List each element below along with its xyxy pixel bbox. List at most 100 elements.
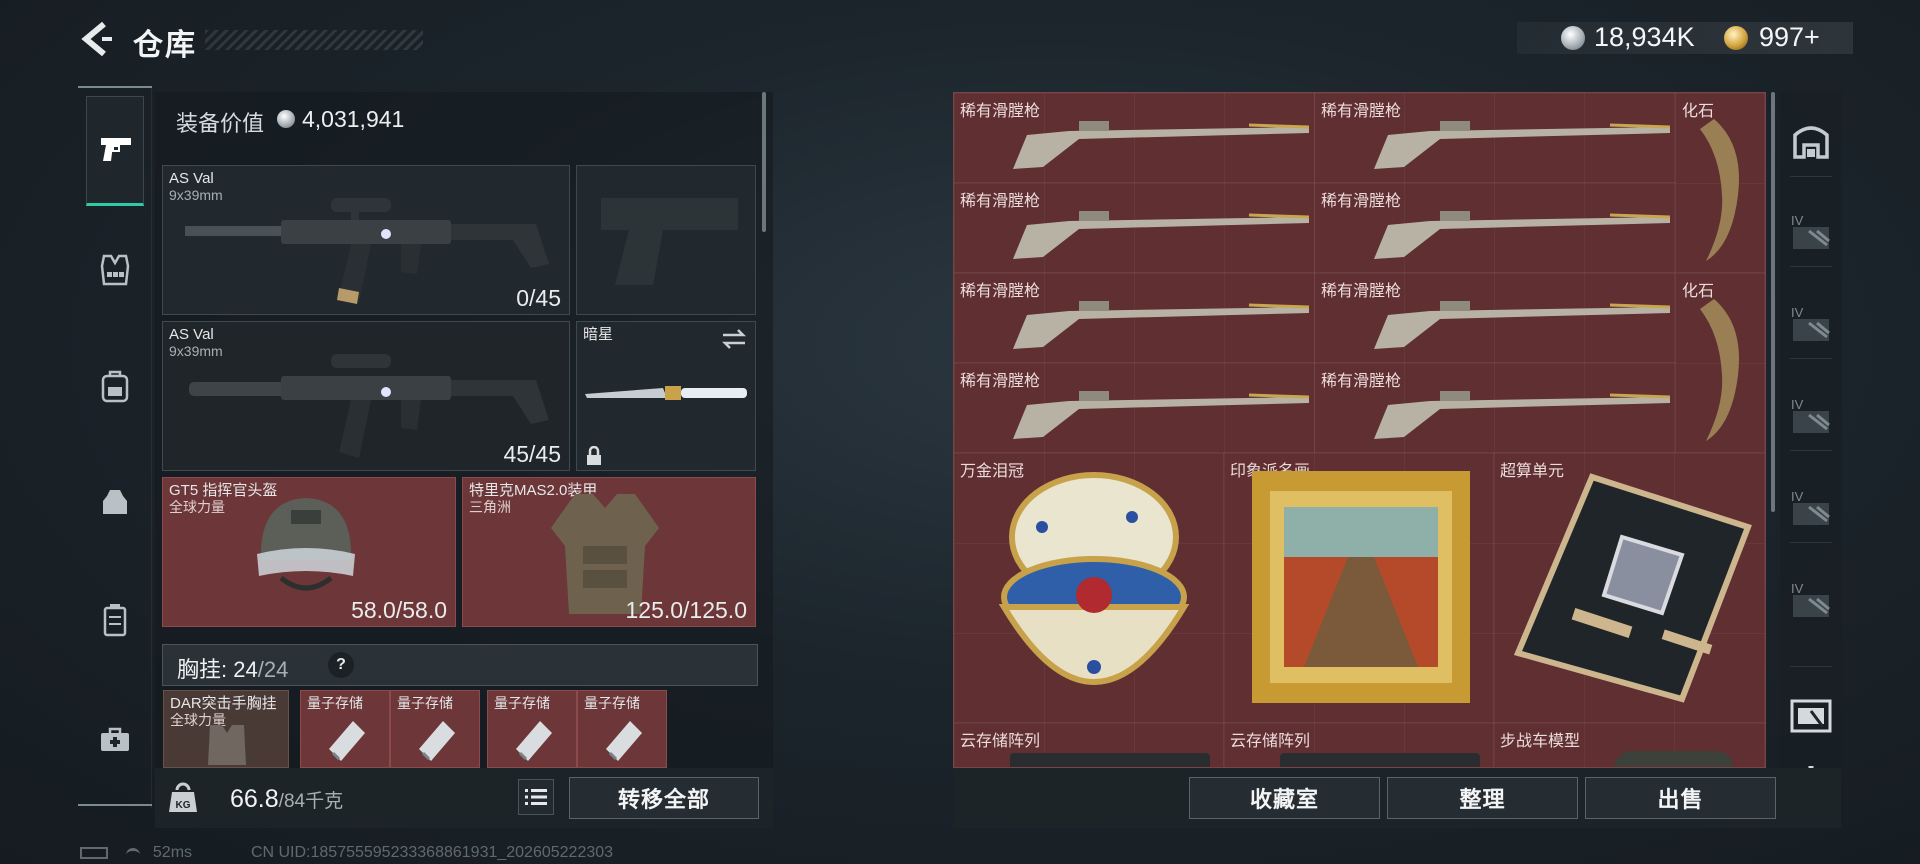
- rig-icon: [208, 725, 246, 765]
- loadout-scrollbar[interactable]: [762, 92, 766, 232]
- stash-item-musket[interactable]: 稀有滑膛枪: [954, 183, 1315, 273]
- stash-item-crown-egg[interactable]: 万金泪冠: [954, 453, 1224, 723]
- case-slot-tab[interactable]: IV: [1788, 484, 1834, 530]
- stash-item-ifv-model[interactable]: 步战车模型: [1494, 723, 1765, 767]
- musket-icon: [1374, 301, 1670, 349]
- gold-currency-value[interactable]: 997+: [1759, 22, 1820, 53]
- quantum-storage-label: 量子存储: [397, 695, 453, 711]
- tab-case[interactable]: [86, 590, 144, 650]
- stash-item-fossil[interactable]: 化石: [1676, 93, 1765, 273]
- quantum-storage-slot[interactable]: 量子存储: [390, 690, 480, 768]
- transfer-all-button[interactable]: 转移全部: [569, 777, 759, 819]
- stash-scrollbar[interactable]: [1771, 92, 1775, 512]
- usb-drive-icon: [329, 721, 365, 761]
- stash-item-musket[interactable]: 稀有滑膛枪: [1315, 363, 1676, 453]
- musket-icon: [1013, 121, 1309, 169]
- chest-rig-item[interactable]: DAR突击手胸挂 全球力量: [163, 690, 289, 768]
- quantum-storage-slot[interactable]: 量子存储: [300, 690, 390, 768]
- stash-main-tab[interactable]: [1788, 118, 1834, 164]
- swap-icon[interactable]: [721, 328, 747, 350]
- silver-coin-icon: [1561, 26, 1585, 50]
- knife-icon: [585, 386, 747, 400]
- stash-item-supercomputer-unit[interactable]: 超算单元: [1494, 453, 1765, 723]
- collection-room-button[interactable]: 收藏室: [1189, 777, 1380, 819]
- stash-item-painting[interactable]: 印象派名画: [1224, 453, 1494, 723]
- case-slot-tab[interactable]: IV: [1788, 300, 1834, 346]
- tool-divider: [1790, 358, 1832, 359]
- tab-medical[interactable]: [86, 710, 144, 770]
- pistol-placeholder-icon: [601, 198, 738, 285]
- circuit-board-icon: [1513, 473, 1752, 703]
- case-slot-tab[interactable]: IV: [1788, 392, 1834, 438]
- silver-coin-icon: [277, 110, 295, 128]
- tab-backpack[interactable]: [86, 356, 144, 416]
- stash-item-musket[interactable]: 稀有滑膛枪: [954, 273, 1315, 363]
- primary-weapon-slot-1[interactable]: AS Val 9x39mm 0/45: [162, 165, 570, 315]
- svg-text:KG: KG: [176, 800, 191, 811]
- wifi-icon: [126, 847, 141, 858]
- ammo-count: 0/45: [516, 285, 561, 311]
- stash-item-musket[interactable]: 稀有滑膛枪: [1315, 183, 1676, 273]
- stash-item-musket[interactable]: 稀有滑膛枪: [954, 363, 1315, 453]
- melee-slot[interactable]: 暗星: [576, 321, 756, 471]
- back-button[interactable]: [78, 20, 114, 58]
- stash-item-musket[interactable]: 稀有滑膛枪: [1315, 93, 1676, 183]
- stash-item-cloud-array[interactable]: 云存储阵列: [954, 723, 1224, 767]
- quantum-storage-label: 量子存储: [494, 695, 550, 711]
- armor-faction: 三角洲: [469, 499, 511, 515]
- tool-divider: [1790, 542, 1832, 543]
- tab-chest-rig[interactable]: [86, 240, 144, 300]
- stash-item-musket[interactable]: 稀有滑膛枪: [954, 93, 1315, 183]
- case-slot-tab[interactable]: IV: [1788, 576, 1834, 622]
- armor-durability: 125.0/125.0: [625, 597, 747, 623]
- tab-divider: [78, 804, 152, 806]
- usb-drive-icon: [419, 721, 455, 761]
- help-icon[interactable]: ?: [328, 652, 354, 678]
- tool-divider: [1790, 666, 1832, 667]
- list-view-button[interactable]: [518, 779, 554, 815]
- usb-drive-icon: [606, 721, 642, 761]
- case-level-label: IV: [1791, 397, 1804, 412]
- quantum-storage-label: 量子存储: [307, 695, 363, 711]
- helmet-durability: 58.0/58.0: [351, 597, 447, 623]
- stash-item-musket[interactable]: 稀有滑膛枪: [1315, 273, 1676, 363]
- organize-button[interactable]: 整理: [1387, 777, 1578, 819]
- secondary-weapon-slot[interactable]: [576, 165, 756, 315]
- case-tool-button[interactable]: [1788, 694, 1834, 740]
- helmet-slot[interactable]: GT5 指挥官头盔 全球力量 58.0/58.0: [162, 477, 456, 627]
- fossil-claw-icon: [1700, 299, 1739, 441]
- case-level-label: IV: [1791, 305, 1804, 320]
- rig-name: DAR突击手胸挂: [170, 695, 277, 712]
- sell-button[interactable]: 出售: [1585, 777, 1776, 819]
- armor-slot[interactable]: 特里克MAS2.0装甲 三角洲 125.0/125.0: [462, 477, 756, 627]
- item-name: 云存储阵列: [960, 733, 1041, 750]
- case-4-icon: IV: [1791, 397, 1830, 433]
- tab-divider: [78, 86, 152, 88]
- server-icon: [1280, 753, 1480, 767]
- status-line: 52ms CN UID:185755595233368861931_202605…: [80, 844, 613, 862]
- silver-currency-value: 18,934K: [1594, 22, 1695, 52]
- quantum-storage-slot[interactable]: 量子存储: [577, 690, 667, 768]
- tab-pouch[interactable]: [86, 472, 144, 532]
- vest-icon: [100, 254, 130, 286]
- ammo-count: 45/45: [503, 441, 561, 467]
- case-icon: [103, 604, 127, 637]
- ping-value: 52ms: [152, 844, 193, 861]
- tool-divider: [1790, 450, 1832, 451]
- case-slot-tab[interactable]: IV: [1788, 208, 1834, 254]
- page-title: 仓库: [133, 29, 197, 62]
- stash-item-fossil[interactable]: 化石: [1676, 273, 1765, 453]
- carry-weight: 66.8/84千克: [230, 785, 343, 814]
- tab-weapons[interactable]: [86, 96, 144, 206]
- carry-weight-max: /84千克: [278, 791, 344, 812]
- primary-weapon-slot-2[interactable]: AS Val 9x39mm 45/45: [162, 321, 570, 471]
- musket-icon: [1374, 391, 1670, 439]
- battery-icon: [80, 846, 108, 859]
- pouch-icon: [103, 490, 127, 514]
- helmet-icon: [257, 498, 355, 591]
- melee-name: 暗星: [583, 326, 614, 343]
- quantum-storage-slot[interactable]: 量子存储: [487, 690, 577, 768]
- stash-item-cloud-array[interactable]: 云存储阵列: [1224, 723, 1494, 767]
- case-level-label: IV: [1791, 581, 1804, 596]
- assault-rifle-icon: [185, 198, 549, 304]
